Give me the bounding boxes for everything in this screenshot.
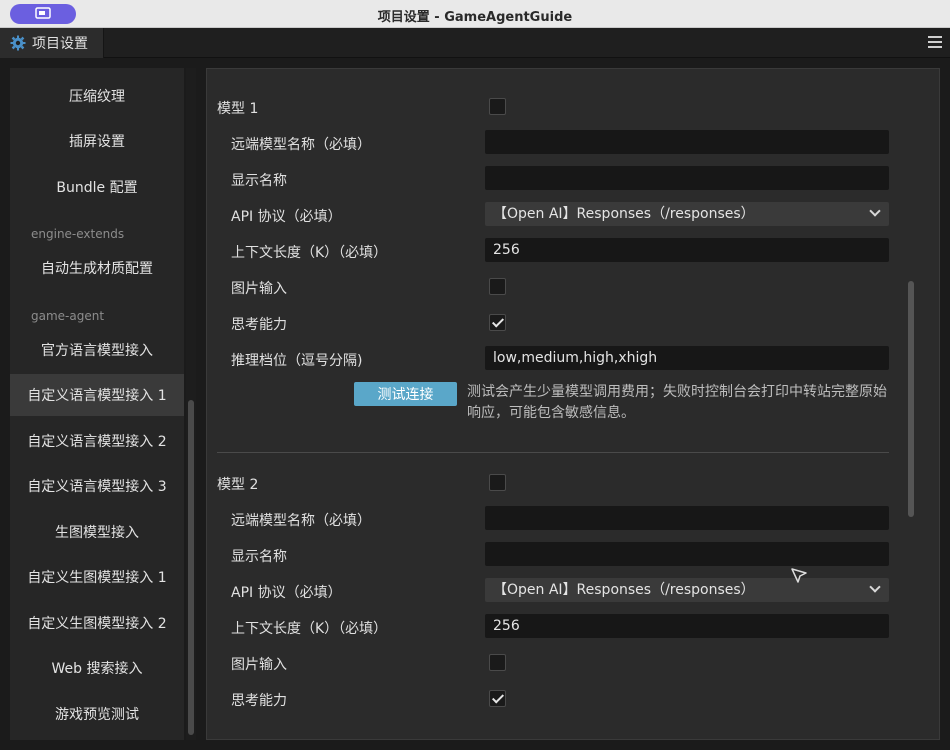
sidebar-item-custom-llm-1[interactable]: 自定义语言模型接入 1	[10, 374, 184, 416]
model1-context-label: 上下文长度（K）（必填）	[231, 245, 388, 261]
model2-context-input[interactable]: 256	[485, 614, 889, 638]
sidebar-item-custom-image-1[interactable]: 自定义生图模型接入 1	[10, 556, 184, 598]
test-connection-note: 测试会产生少量模型调用费用；失败时控制台会打印中转站完整原始响应，可能包含敏感信…	[467, 384, 887, 421]
model1-api-select[interactable]: 【Open AI】Responses（/responses）	[485, 202, 889, 226]
settings-main-panel: 模型 1 远端模型名称（必填） 显示名称 API 协议（必填） 【Open AI…	[206, 68, 940, 740]
model1-api-label: API 协议（必填）	[231, 209, 342, 225]
model1-reasoning-checkbox[interactable]	[489, 314, 506, 331]
sidebar-group-game-agent: game-agent	[31, 309, 105, 323]
model2-api-select[interactable]: 【Open AI】Responses（/responses）	[485, 578, 889, 602]
model2-api-value: 【Open AI】Responses（/responses）	[493, 582, 755, 598]
sidebar-item-official-llm[interactable]: 官方语言模型接入	[10, 329, 184, 371]
window-title: 项目设置 - GameAgentGuide	[377, 10, 573, 25]
model1-reasoning-levels-input[interactable]: low,medium,high,xhigh	[485, 346, 889, 370]
hamburger-menu-icon[interactable]	[928, 36, 942, 48]
model1-image-input-label: 图片输入	[231, 281, 287, 297]
model2-title: 模型 2	[217, 477, 259, 493]
chevron-down-icon	[869, 205, 881, 217]
mouse-cursor-icon	[791, 568, 807, 583]
sidebar-item-custom-llm-3[interactable]: 自定义语言模型接入 3	[10, 465, 184, 507]
sidebar-item-splash-settings[interactable]: 插屏设置	[10, 120, 184, 162]
section-divider	[217, 452, 889, 453]
model2-reasoning-label: 思考能力	[231, 693, 287, 709]
model2-context-label: 上下文长度（K）（必填）	[231, 621, 388, 637]
model2-enable-checkbox[interactable]	[489, 474, 506, 491]
model2-api-label: API 协议（必填）	[231, 585, 342, 601]
model1-api-value: 【Open AI】Responses（/responses）	[493, 206, 755, 222]
model1-enable-checkbox[interactable]	[489, 98, 506, 115]
model1-reasoning-label: 思考能力	[231, 317, 287, 333]
sidebar-item-bundle-config[interactable]: Bundle 配置	[10, 166, 184, 208]
model1-reasoning-levels-label: 推理档位（逗号分隔)	[231, 353, 363, 369]
model1-remote-name-label: 远端模型名称（必填）	[231, 137, 371, 153]
model1-context-input[interactable]: 256	[485, 238, 889, 262]
title-bar: 项目设置 - GameAgentGuide	[0, 0, 950, 28]
gear-icon	[10, 35, 26, 51]
model2-display-name-label: 显示名称	[231, 549, 287, 565]
model2-image-input-checkbox[interactable]	[489, 654, 506, 671]
settings-sidebar: 压缩纹理 插屏设置 Bundle 配置 engine-extends 自动生成材…	[10, 68, 184, 740]
tab-label: 项目设置	[32, 36, 88, 52]
model2-display-name-input[interactable]	[485, 542, 889, 566]
model1-title: 模型 1	[217, 101, 259, 117]
tab-strip: 项目设置	[0, 28, 950, 58]
sidebar-item-auto-material[interactable]: 自动生成材质配置	[10, 247, 184, 289]
model2-reasoning-checkbox[interactable]	[489, 690, 506, 707]
model2-remote-name-label: 远端模型名称（必填）	[231, 513, 371, 529]
sidebar-item-custom-image-2[interactable]: 自定义生图模型接入 2	[10, 602, 184, 644]
sidebar-group-engine-extends: engine-extends	[31, 227, 125, 241]
tab-project-settings[interactable]: 项目设置	[0, 28, 104, 58]
model1-display-name-input[interactable]	[485, 166, 889, 190]
sidebar-item-game-preview-test[interactable]: 游戏预览测试	[10, 693, 184, 735]
main-scrollbar-thumb[interactable]	[908, 281, 914, 517]
model1-remote-name-input[interactable]	[485, 130, 889, 154]
model1-image-input-checkbox[interactable]	[489, 278, 506, 295]
sidebar-item-custom-llm-2[interactable]: 自定义语言模型接入 2	[10, 420, 184, 462]
chevron-down-icon	[869, 581, 881, 593]
model1-display-name-label: 显示名称	[231, 173, 287, 189]
sidebar-item-image-model[interactable]: 生图模型接入	[10, 511, 184, 553]
sidebar-item-web-search[interactable]: Web 搜索接入	[10, 647, 184, 689]
sidebar-scrollbar-thumb[interactable]	[188, 400, 194, 735]
model2-remote-name-input[interactable]	[485, 506, 889, 530]
test-connection-button[interactable]: 测试连接	[354, 382, 457, 406]
model2-image-input-label: 图片输入	[231, 657, 287, 673]
sidebar-item-compressed-texture[interactable]: 压缩纹理	[10, 75, 184, 117]
